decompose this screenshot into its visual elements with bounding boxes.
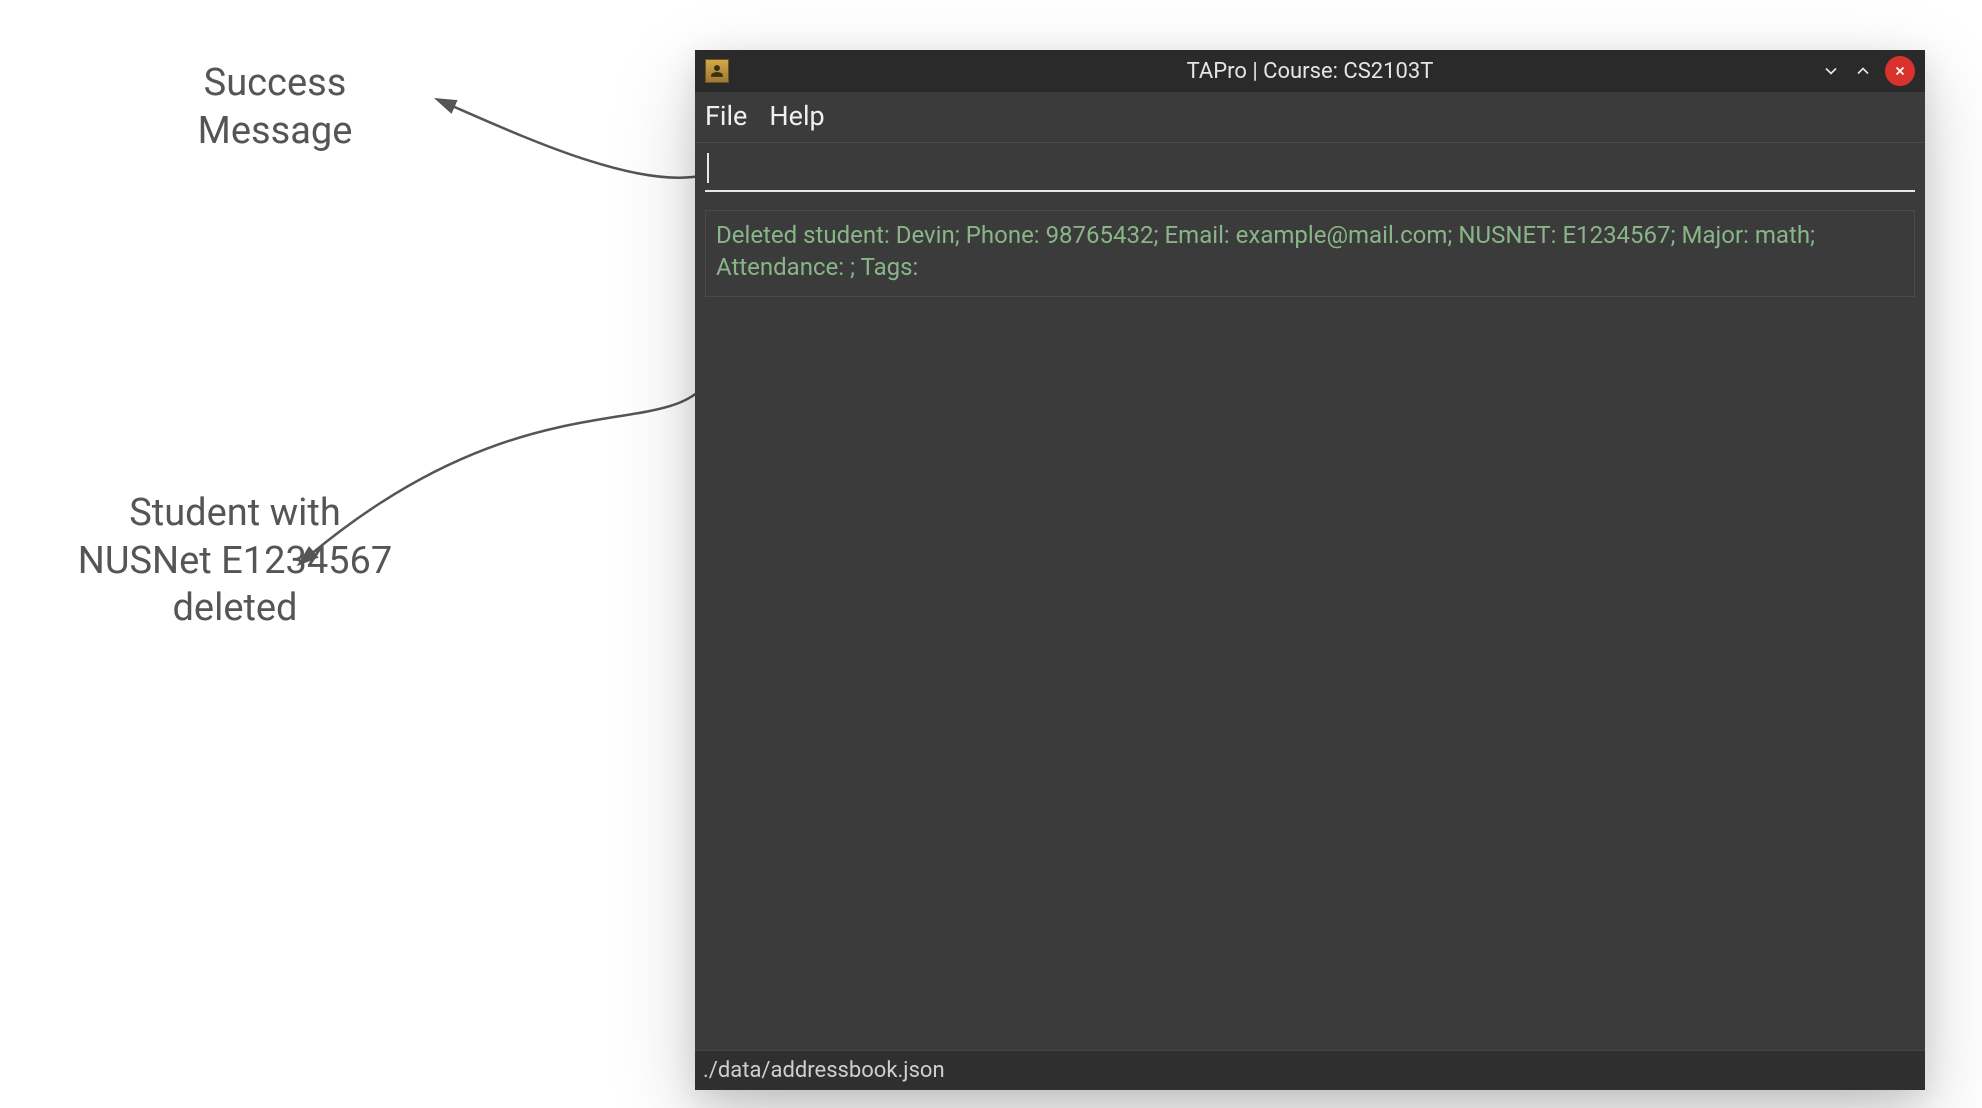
result-message: Deleted student: Devin; Phone: 98765432;… xyxy=(716,219,1904,284)
maximize-icon[interactable] xyxy=(1853,61,1873,81)
menu-bar: File Help xyxy=(695,92,1925,143)
annotation-text: Success xyxy=(100,60,450,108)
command-input-area xyxy=(695,143,1925,192)
command-input[interactable] xyxy=(705,147,1915,192)
annotation-text: Message xyxy=(100,108,450,156)
app-icon xyxy=(705,59,729,83)
app-window: TAPro | Course: CS2103T File Help Delete… xyxy=(695,50,1925,1090)
annotation-student-deleted: Student with NUSNet E1234567 deleted xyxy=(10,490,460,633)
title-controls xyxy=(1821,56,1915,86)
annotation-success-message: Success Message xyxy=(100,60,450,155)
result-panel: Deleted student: Devin; Phone: 98765432;… xyxy=(705,210,1915,297)
minimize-icon[interactable] xyxy=(1821,61,1841,81)
menu-help[interactable]: Help xyxy=(769,100,824,132)
menu-file[interactable]: File xyxy=(705,100,747,132)
status-bar: ./data/addressbook.json xyxy=(695,1050,1925,1090)
annotation-text: NUSNet E1234567 xyxy=(10,538,460,586)
annotation-text: deleted xyxy=(10,585,460,633)
status-path: ./data/addressbook.json xyxy=(703,1058,945,1083)
annotation-text: Student with xyxy=(10,490,460,538)
title-bar: TAPro | Course: CS2103T xyxy=(695,50,1925,92)
window-title: TAPro | Course: CS2103T xyxy=(695,59,1925,84)
close-button[interactable] xyxy=(1885,56,1915,86)
arrow-icon xyxy=(420,80,720,200)
